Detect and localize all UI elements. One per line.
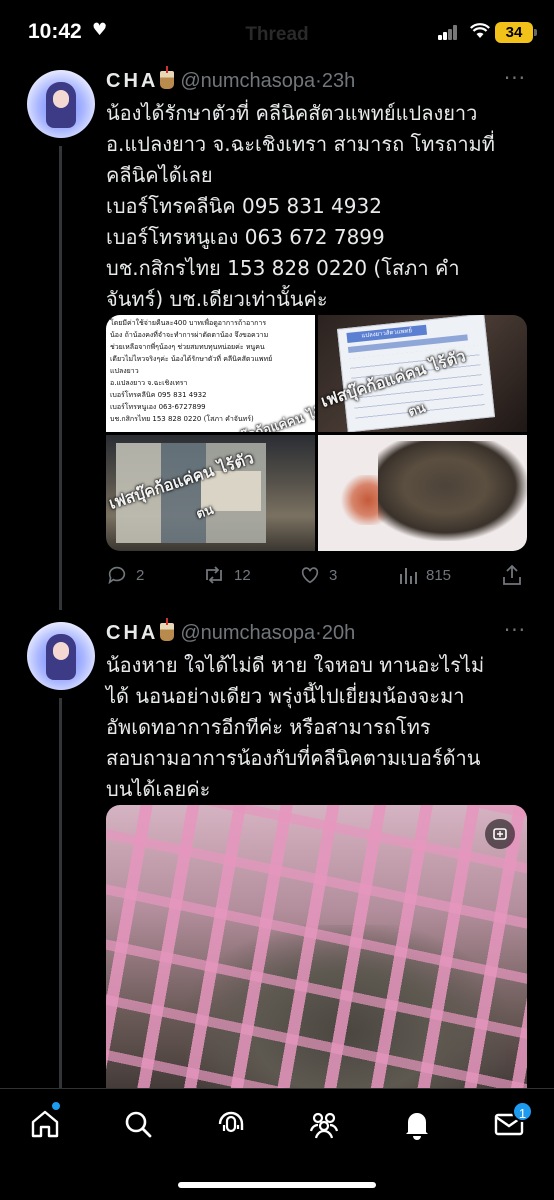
media-note-line: น้อง ถ้าน้องคงที่จำจะทำการผ่าตัดตาน้อง จ… <box>110 331 269 339</box>
home-icon[interactable] <box>28 1107 62 1141</box>
retweet-count: 12 <box>234 566 251 584</box>
tweet-header: CHA @numchasopa·20h <box>106 618 355 645</box>
like-count: 3 <box>329 566 338 584</box>
retweet-button[interactable]: 12 <box>202 562 251 588</box>
media-cat-image[interactable] <box>318 435 527 551</box>
tweet-text-line: จันทร์) บช.เดียวเท่านั้นค่ะ <box>106 287 328 311</box>
media-clinic-image[interactable]: เฟสบุ๊คก้อแค่คน ไร้ตัว ตน <box>106 435 315 551</box>
separator: · <box>315 70 322 92</box>
media-note-line: แปลงยาว <box>110 367 139 375</box>
views-icon <box>400 568 417 584</box>
tweet-time[interactable]: 23h <box>322 70 355 92</box>
bubble-tea-emoji <box>160 618 175 641</box>
video-options-icon[interactable] <box>485 819 515 849</box>
bubble-tea-emoji <box>160 66 175 89</box>
more-options-button[interactable]: ··· <box>504 66 526 90</box>
tweet-text-line: เบอร์โทรคลีนิค 095 831 4932 <box>106 194 382 218</box>
thread-line <box>59 698 62 1088</box>
tweet-text-line: บช.กสิกรไทย 153 828 0220 (โสภา คำ <box>106 256 460 280</box>
thread-line <box>59 146 62 610</box>
avatar[interactable] <box>27 70 95 138</box>
tweet-text-line: สอบถามอาการน้องกับที่คลีนิคตามเบอร์ด้าน <box>106 746 481 770</box>
reply-count: 2 <box>136 566 145 584</box>
tweet-text-line: บนได้เลยค่ะ <box>106 777 211 801</box>
like-button[interactable]: 3 <box>299 562 337 588</box>
view-count: 815 <box>426 566 452 584</box>
tweet-actions: 2 12 3 815 <box>106 562 526 588</box>
tweet-text: น้องได้รักษาตัวที่ คลีนิคสัตวแพทย์แปลงยา… <box>106 98 532 315</box>
search-icon[interactable] <box>121 1107 155 1141</box>
tweet-text-line: น้องหาย ใจได้ไม่ดี หาย ใจหอบ ทานอะไรไม่ <box>106 653 485 677</box>
spaces-icon[interactable] <box>214 1107 248 1141</box>
messages-badge: 1 <box>512 1101 533 1122</box>
tweet-time[interactable]: 20h <box>322 622 355 644</box>
separator: · <box>315 622 322 644</box>
media-note-line: อ.แปลงยาว จ.ฉะเชิงเทรา <box>110 379 188 387</box>
tweet-text: น้องหาย ใจได้ไม่ดี หาย ใจหอบ ทานอะไรไม่ … <box>106 650 532 805</box>
share-button[interactable] <box>502 562 530 588</box>
home-indicator[interactable] <box>178 1182 376 1188</box>
reply-icon <box>108 566 126 585</box>
more-options-button[interactable]: ··· <box>504 618 526 642</box>
avatar[interactable] <box>27 622 95 690</box>
tweet-text-line: อัพเดทอาการอีกทีค่ะ หรือสามารถโทร <box>106 715 431 739</box>
user-name[interactable]: CHA <box>106 622 158 644</box>
user-handle[interactable]: @numchasopa <box>180 622 315 644</box>
tweet-text-line: เบอร์โทรหนูเอง 063 672 7899 <box>106 225 385 249</box>
tweet-text-line: ได้ นอนอย่างเดียว พรุ่งนี้ไปเยี่ยมน้องจะ… <box>106 684 465 708</box>
media-note-line: โดยมีค่าใช้จ่ายคืนละ400 บาทเพื่อดูอาการถ… <box>110 319 267 327</box>
tweet-text-line: อ.แปลงยาว จ.ฉะเชิงเทรา สามารถ โทรถามที่ <box>106 132 495 156</box>
tweet-video[interactable] <box>106 805 527 1105</box>
retweet-icon <box>206 566 222 584</box>
user-name[interactable]: CHA <box>106 70 158 92</box>
media-note-line: ช่วยเหลือจากพี่ๆน้องๆ ช่วยสมทบทุนหน่อยค่… <box>110 343 265 351</box>
home-unread-dot <box>52 1102 60 1110</box>
user-handle[interactable]: @numchasopa <box>180 70 315 92</box>
tweet-text-line: คลีนิคได้เลย <box>106 163 213 187</box>
tweet-text-line: น้องได้รักษาตัวที่ คลีนิคสัตวแพทย์แปลงยา… <box>106 101 478 125</box>
media-note-line: เดียวไม่ไหวจริงๆค่ะ น้องได้รักษาตัวที่ ค… <box>110 355 273 363</box>
tweet-1[interactable]: CHA @numchasopa·23h ··· น้องได้รักษาตัวที… <box>0 0 554 610</box>
share-icon <box>503 564 521 585</box>
media-text-image[interactable]: โดยมีค่าใช้จ่ายคืนละ400 บาทเพื่อดูอาการถ… <box>106 315 315 432</box>
heart-outline-icon <box>301 567 319 584</box>
views-button[interactable]: 815 <box>398 562 451 588</box>
media-note-line: เบอร์โทรคลีนิค 095 831 4932 <box>110 391 207 399</box>
reply-button[interactable]: 2 <box>106 562 144 588</box>
media-receipt-image[interactable]: แปลงยาวสัตวแพทย์ เฟสบุ๊คก้อแค่คน ไร้ตัว … <box>318 315 527 432</box>
media-note-line: เบอร์โทรหนูเอง 063-6727899 <box>110 403 206 411</box>
tweet-header: CHA @numchasopa·23h <box>106 66 355 93</box>
communities-icon[interactable] <box>307 1107 341 1141</box>
media-note-line: บช.กสิกรไทย 153 828 0220 (โสภา คำจันทร์) <box>110 415 254 423</box>
media-grid: โดยมีค่าใช้จ่ายคืนละ400 บาทเพื่อดูอาการถ… <box>106 315 527 551</box>
notifications-icon[interactable] <box>400 1107 434 1141</box>
